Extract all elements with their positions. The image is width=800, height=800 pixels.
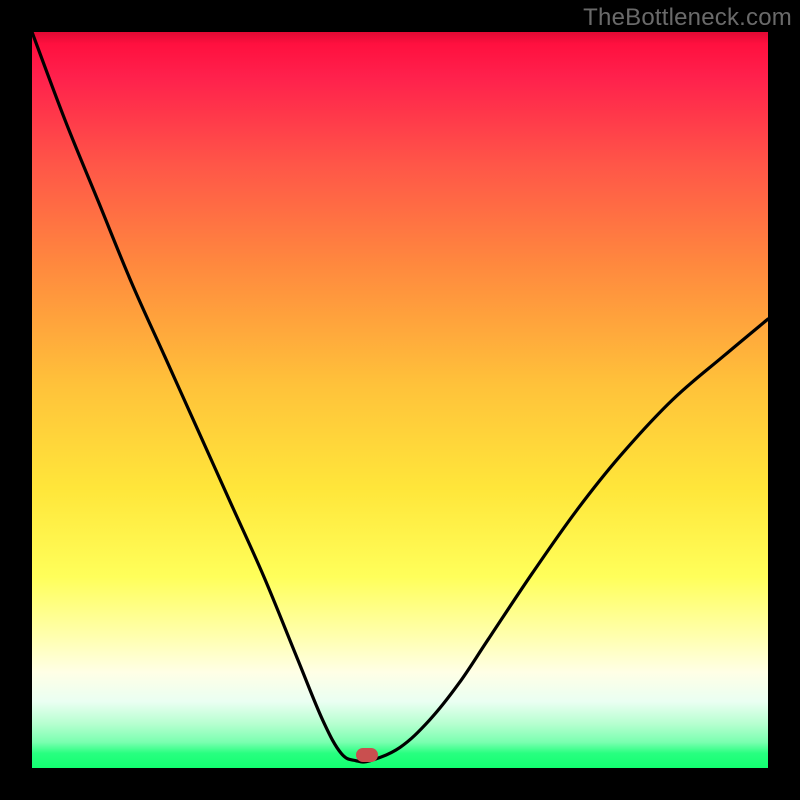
chart-curve — [32, 32, 768, 768]
chart-marker — [356, 748, 378, 762]
outer-frame: TheBottleneck.com — [0, 0, 800, 800]
chart-plot-area — [32, 32, 768, 768]
watermark-text: TheBottleneck.com — [583, 4, 792, 32]
